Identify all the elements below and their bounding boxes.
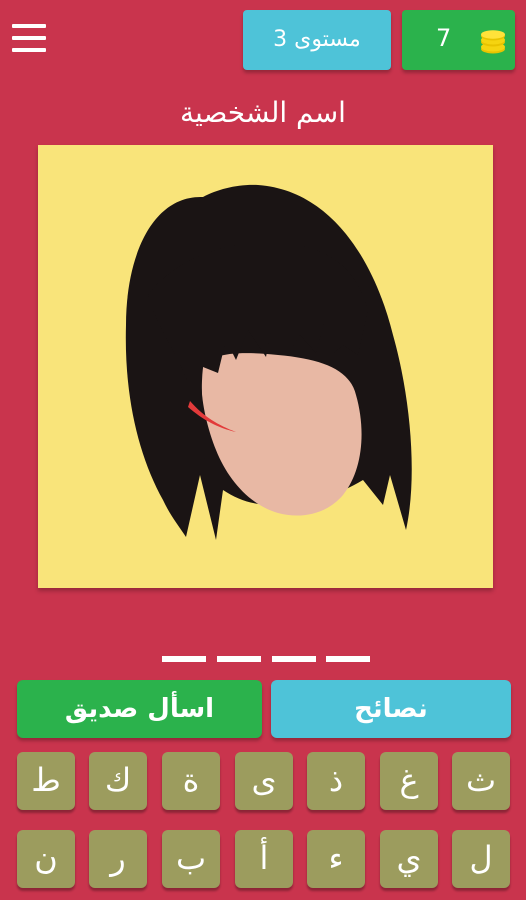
letter-key[interactable]: ث — [452, 752, 510, 810]
letter-key[interactable]: ن — [17, 830, 75, 888]
level-badge: مستوى 3 — [243, 10, 391, 70]
hamburger-menu-icon[interactable] — [12, 24, 46, 54]
page-title: اسم الشخصية — [180, 96, 346, 129]
answer-slot — [272, 656, 316, 662]
coins-badge[interactable]: 7 — [402, 10, 515, 70]
letter-key[interactable]: ء — [307, 830, 365, 888]
letter-key[interactable]: ة — [162, 752, 220, 810]
answer-slots — [162, 656, 372, 664]
letter-keyboard: ث غ ذ ى ة ك ط ل ي ء أ ب ر ن — [15, 752, 515, 900]
top-bar: مستوى 3 7 — [0, 0, 526, 80]
puzzle-image — [38, 145, 493, 588]
letter-key[interactable]: ط — [17, 752, 75, 810]
letter-key[interactable]: ر — [89, 830, 147, 888]
letter-key[interactable]: ذ — [307, 752, 365, 810]
coins-count: 7 — [436, 24, 452, 52]
letter-key[interactable]: ب — [162, 830, 220, 888]
answer-slot — [326, 656, 370, 662]
letter-key[interactable]: ل — [452, 830, 510, 888]
letter-key[interactable]: ي — [380, 830, 438, 888]
hints-button[interactable]: نصائح — [271, 680, 511, 738]
letter-key[interactable]: ى — [235, 752, 293, 810]
letter-key[interactable]: ك — [89, 752, 147, 810]
character-silhouette-icon — [125, 184, 412, 540]
answer-slot — [217, 656, 261, 662]
answer-slot — [162, 656, 206, 662]
letter-key[interactable]: أ — [235, 830, 293, 888]
coin-stack-icon — [481, 30, 505, 54]
letter-key[interactable]: غ — [380, 752, 438, 810]
level-label: مستوى 3 — [273, 27, 361, 52]
ask-friend-button[interactable]: اسأل صديق — [17, 680, 262, 738]
